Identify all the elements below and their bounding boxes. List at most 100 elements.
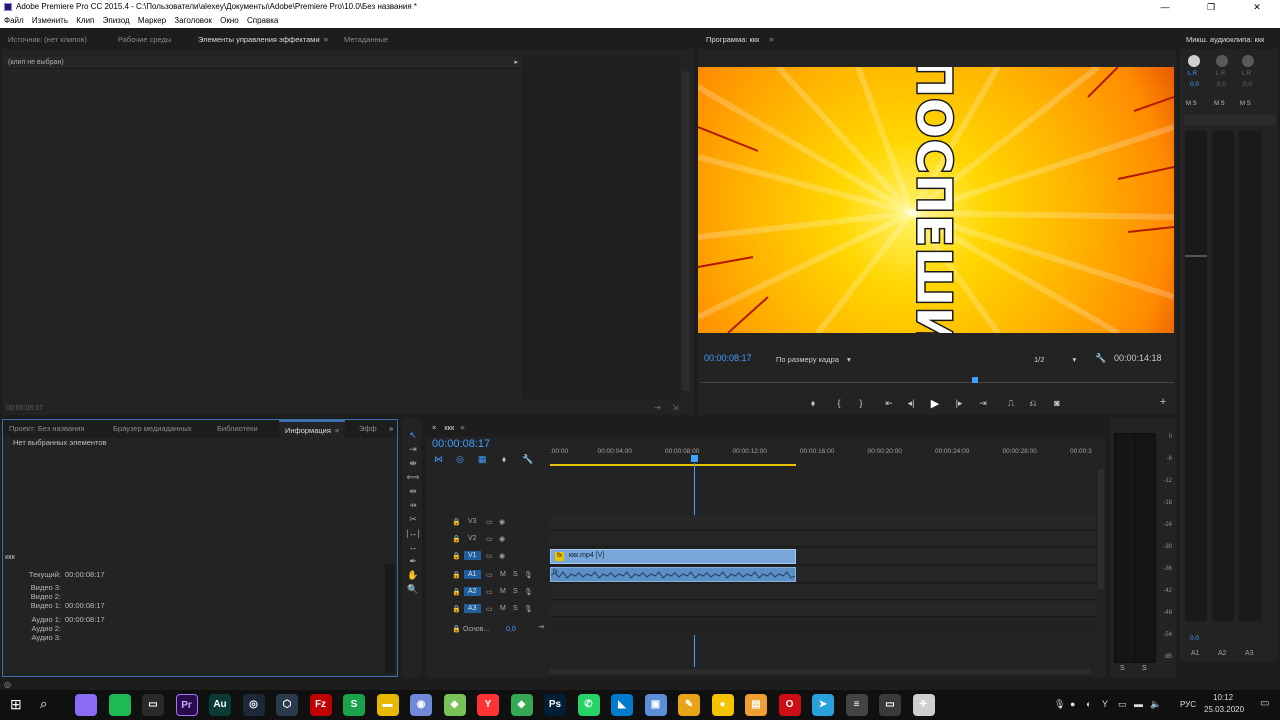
ripple-edit-tool-icon[interactable]: ⇼ — [406, 457, 420, 469]
audio-clip[interactable]: fx — [550, 567, 796, 582]
android-icon[interactable]: ◆ — [443, 694, 466, 716]
resolution-dropdown[interactable]: 1/2 ▾ — [1034, 355, 1076, 364]
solo-left-button[interactable]: S — [1120, 665, 1125, 672]
tab-program[interactable]: Программа: ккк ≡ — [706, 31, 774, 49]
fader-handle-a1[interactable] — [1185, 255, 1207, 257]
audition-icon[interactable]: Au — [209, 694, 231, 716]
add-marker-icon[interactable]: ⬧ — [806, 398, 820, 409]
ms-a3[interactable]: M S — [1240, 101, 1251, 107]
tray-icon-3[interactable]: Y — [1102, 699, 1108, 709]
close-tab-icon[interactable]: × — [432, 423, 436, 432]
telegram-icon[interactable]: ➤ — [812, 694, 834, 716]
fader-track-a3[interactable] — [1239, 131, 1261, 621]
notes-icon[interactable]: ≡ — [845, 694, 868, 716]
tray-icon-1[interactable]: ● — [1070, 699, 1075, 709]
scrollbar[interactable] — [682, 71, 690, 391]
track-lock-icon[interactable]: 🔒 — [452, 518, 461, 526]
desktop-icon[interactable]: ▭ — [879, 694, 901, 716]
time-ruler[interactable]: :00:00 00:00:04:00 00:00:08:00 00:00:12:00 0… — [550, 441, 1100, 467]
pen-icon[interactable]: ✎ — [678, 694, 700, 716]
voiceover-mic-icon[interactable]: 🎙 — [524, 571, 533, 579]
photos-icon[interactable]: ▣ — [644, 694, 667, 716]
battery-icon[interactable]: ▬ — [1134, 699, 1143, 709]
clock-date[interactable]: 25.03.2020 — [1204, 705, 1244, 714]
pan-value-a3[interactable]: 0,0 — [1243, 81, 1252, 88]
files-icon[interactable]: ▤ — [745, 694, 767, 716]
rolling-edit-tool-icon[interactable]: ⟺ — [406, 471, 420, 483]
rate-stretch-2-icon[interactable]: ⇸ — [406, 499, 420, 511]
track-v2-lane[interactable] — [550, 532, 1096, 547]
program-scrubber[interactable] — [700, 377, 1174, 385]
tab-menu-icon[interactable]: ≡ — [324, 35, 328, 44]
track-target-a3[interactable]: A3 — [464, 604, 481, 613]
tab-menu-icon[interactable]: ≡ — [460, 423, 464, 432]
expand-arrow-icon[interactable]: ▸ — [514, 58, 518, 66]
windows-start-icon[interactable]: ⊞ — [10, 696, 22, 713]
sync-lock-icon[interactable]: ▭ — [486, 552, 493, 560]
step-forward-icon[interactable]: |▸ — [952, 398, 966, 409]
track-lock-icon[interactable]: 🔒 — [452, 535, 461, 543]
whatsapp-icon[interactable]: ✆ — [577, 694, 600, 716]
menu-sequence[interactable]: Эпизод — [103, 16, 130, 25]
voiceover-mic-icon[interactable]: 🎙 — [524, 588, 533, 596]
timeline-hscroll[interactable] — [550, 669, 1090, 674]
work-area-bar[interactable] — [550, 464, 796, 466]
tab-audio-mixer[interactable]: Микш. аудиоклипа: ккк — [1186, 31, 1264, 49]
mark-out-icon[interactable]: } — [854, 398, 868, 408]
menu-marker[interactable]: Маркер — [138, 16, 166, 25]
track-target-v3[interactable]: V3 — [464, 517, 481, 526]
video-clip[interactable]: fx ккк.mp4 [V] — [550, 549, 796, 564]
solo-right-button[interactable]: S — [1142, 665, 1147, 672]
cortana-icon[interactable] — [75, 694, 97, 716]
eye-icon[interactable]: ◉ — [499, 535, 505, 543]
track-v3-lane[interactable] — [550, 515, 1096, 530]
info-scrollbar[interactable] — [385, 564, 395, 674]
track-lock-icon[interactable]: 🔒 — [452, 605, 461, 613]
sync-lock-icon[interactable]: ▭ — [486, 605, 493, 613]
track-lock-icon[interactable]: 🔒 — [452, 588, 461, 596]
tab-metadata[interactable]: Метаданные — [344, 31, 388, 49]
search-icon[interactable]: ⌕ — [40, 696, 47, 712]
eye-icon[interactable]: ◉ — [499, 552, 505, 560]
lift-icon[interactable]: ⎍ — [1004, 398, 1018, 409]
mute-button[interactable]: M — [500, 605, 506, 612]
minimize-icon[interactable]: — — [1142, 0, 1188, 14]
go-to-out-icon[interactable]: ⇥ — [976, 398, 990, 409]
sync-lock-icon[interactable]: ▭ — [486, 571, 493, 579]
sync-lock-icon[interactable]: ▭ — [486, 588, 493, 596]
solo-button[interactable]: S — [513, 571, 518, 578]
track-target-a2[interactable]: A2 — [464, 587, 481, 596]
tab-workspaces[interactable]: Рабочие среды — [118, 31, 171, 49]
terminal-icon[interactable]: ▭ — [142, 694, 164, 716]
solo-button[interactable]: S — [513, 588, 518, 595]
menu-window[interactable]: Окно — [220, 16, 239, 25]
filezilla-icon[interactable]: Fz — [309, 694, 332, 716]
track-a3-lane[interactable] — [550, 602, 1096, 617]
timeline-vscroll[interactable] — [1098, 469, 1104, 589]
slip-tool-icon[interactable]: |↔| — [406, 527, 420, 539]
tab-project[interactable]: Проект: Без названия — [9, 420, 84, 438]
tab-effect-controls[interactable]: Элементы управления эффектами ≡ — [198, 31, 328, 49]
slide-tool-icon[interactable]: ↔ — [406, 541, 420, 553]
3d-box-icon[interactable]: ⬡ — [276, 694, 298, 716]
linked-selection-icon[interactable]: ◎ — [456, 454, 464, 465]
selection-tool-icon[interactable]: ↖ — [406, 429, 420, 441]
fit-dropdown[interactable]: По размеру кадра ▾ — [776, 355, 851, 364]
sync-lock-icon[interactable]: ▭ — [486, 518, 493, 526]
yellow-app-icon[interactable]: ● — [711, 694, 734, 716]
clock-time[interactable]: 10:12 — [1213, 693, 1233, 702]
export-frame-icon[interactable]: ◙ — [1050, 398, 1064, 408]
fader-track-a1[interactable] — [1185, 131, 1207, 621]
tab-sequence[interactable]: × ккк ≡ — [432, 419, 465, 437]
notifications-icon[interactable]: ▭ — [1260, 698, 1269, 709]
timeline-timecode[interactable]: 00:00:08:17 — [432, 438, 490, 450]
voiceover-mic-icon[interactable]: 🎙 — [524, 605, 533, 613]
marker-icon[interactable]: ⬧ — [502, 454, 506, 465]
pen-tool-icon[interactable]: ✒ — [406, 555, 420, 567]
premiere-icon[interactable]: Pr — [175, 694, 198, 716]
hand-tool-icon[interactable]: ✋ — [406, 569, 420, 581]
mute-button[interactable]: M — [500, 588, 506, 595]
rate-stretch-tool-icon[interactable]: ⇹ — [406, 485, 420, 497]
track-lock-icon[interactable]: 🔒 — [452, 571, 461, 579]
tab-info[interactable]: Информация ≡ — [279, 420, 346, 438]
